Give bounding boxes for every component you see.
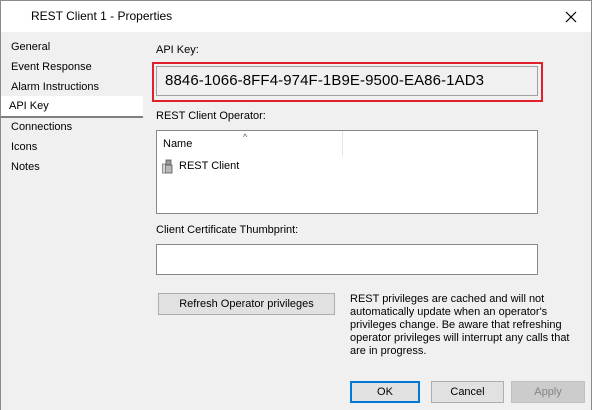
sidebar-item-event-response[interactable]: Event Response [1, 57, 143, 77]
sidebar-item-api-key[interactable]: API Key [1, 96, 143, 118]
sort-ascending-icon: ^ [243, 132, 248, 142]
apply-button[interactable]: Apply [511, 381, 585, 403]
close-button[interactable] [551, 1, 591, 32]
list-header: ^ Name [157, 131, 537, 156]
cancel-button[interactable]: Cancel [431, 381, 504, 403]
api-key-label: API Key: [156, 44, 199, 56]
sidebar-item-notes[interactable]: Notes [1, 157, 143, 177]
thumbprint-label: Client Certificate Thumbprint: [156, 224, 299, 236]
column-header-name[interactable]: Name [163, 138, 192, 150]
sidebar-item-connections[interactable]: Connections [1, 117, 143, 137]
properties-dialog: REST Client 1 - Properties General Event… [0, 0, 592, 410]
window-title: REST Client 1 - Properties [31, 9, 173, 23]
user-icon [162, 159, 173, 173]
close-icon [565, 11, 577, 22]
api-key-highlight [152, 62, 543, 102]
ok-button[interactable]: OK [350, 381, 420, 403]
operator-name: REST Client [179, 160, 240, 172]
column-divider[interactable] [342, 131, 343, 156]
sidebar: General Event Response Alarm Instruction… [1, 32, 143, 410]
refresh-privileges-button[interactable]: Refresh Operator privileges [158, 293, 335, 315]
sidebar-item-general[interactable]: General [1, 37, 143, 57]
thumbprint-input[interactable] [156, 244, 538, 275]
refresh-note: REST privileges are cached and will not … [350, 293, 570, 357]
operator-list[interactable]: ^ Name REST Client [156, 130, 538, 214]
list-item[interactable]: REST Client [162, 157, 239, 175]
sidebar-item-icons[interactable]: Icons [1, 137, 143, 157]
sidebar-item-alarm-instructions[interactable]: Alarm Instructions [1, 77, 143, 97]
operator-label: REST Client Operator: [156, 110, 266, 122]
title-bar: REST Client 1 - Properties [1, 1, 591, 32]
